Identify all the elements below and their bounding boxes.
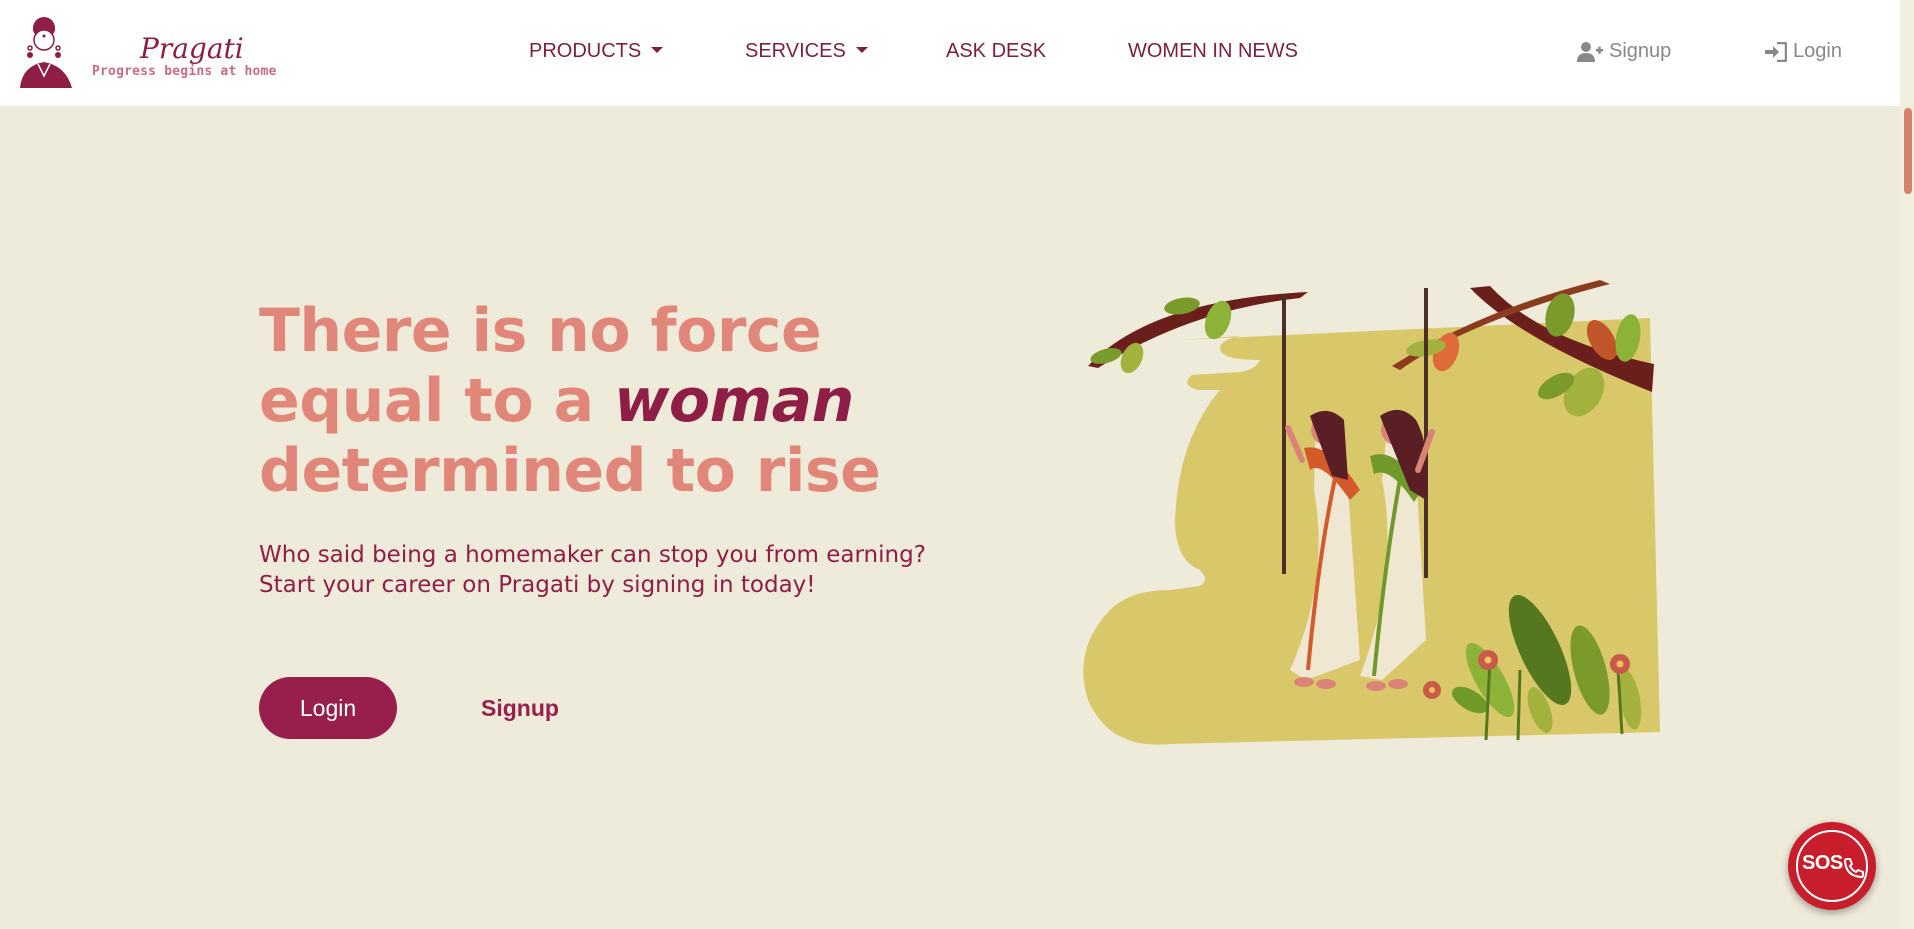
nav-login-label: Login bbox=[1793, 40, 1842, 62]
hero-login-button[interactable]: Login bbox=[259, 677, 397, 739]
hero-subtitle-line2: Start your career on Pragati by signing … bbox=[259, 572, 816, 598]
sos-label: SOS bbox=[1802, 852, 1843, 874]
scrollbar-thumb[interactable] bbox=[1904, 108, 1912, 194]
navbar: Pragati Progress begins at home PRODUCTS… bbox=[0, 0, 1900, 106]
brand[interactable]: Pragati Progress begins at home bbox=[18, 14, 278, 90]
women-on-swing-illustration bbox=[1083, 280, 1660, 745]
hero-title: There is no force equal to a woman deter… bbox=[259, 296, 979, 506]
nav-women-in-news[interactable]: WOMEN IN NEWS bbox=[1128, 40, 1298, 63]
nav-products-dropdown[interactable]: PRODUCTS bbox=[529, 40, 664, 63]
woman-logo-icon bbox=[20, 17, 72, 88]
sos-button[interactable]: SOS bbox=[1788, 822, 1876, 910]
caret-down-icon bbox=[855, 46, 868, 53]
nav-signup-label: Signup bbox=[1609, 40, 1672, 62]
nav-products-label: PRODUCTS bbox=[529, 40, 642, 62]
hero-subtitle: Who said being a homemaker can stop you … bbox=[259, 540, 979, 600]
nav-signup-link[interactable]: Signup bbox=[1577, 40, 1671, 63]
caret-down-icon bbox=[651, 46, 664, 53]
brand-tagline: Progress begins at home bbox=[92, 64, 277, 79]
nav-ask-desk[interactable]: ASK DESK bbox=[946, 40, 1046, 63]
sign-in-icon bbox=[1765, 41, 1787, 62]
nav-services-label: SERVICES bbox=[745, 40, 846, 62]
page-scrollbar[interactable] bbox=[1900, 0, 1914, 929]
nav-login-link[interactable]: Login bbox=[1765, 40, 1842, 63]
hero-subtitle-line1: Who said being a homemaker can stop you … bbox=[259, 542, 926, 568]
nav-services-dropdown[interactable]: SERVICES bbox=[745, 40, 868, 63]
hero-title-part2: determined to rise bbox=[259, 436, 881, 506]
hero-signup-button[interactable]: Signup bbox=[470, 677, 570, 739]
hero-title-emphasis: woman bbox=[613, 366, 854, 436]
user-plus-icon bbox=[1577, 41, 1603, 62]
brand-name: Pragati bbox=[140, 32, 244, 65]
phone-icon bbox=[1843, 858, 1864, 879]
